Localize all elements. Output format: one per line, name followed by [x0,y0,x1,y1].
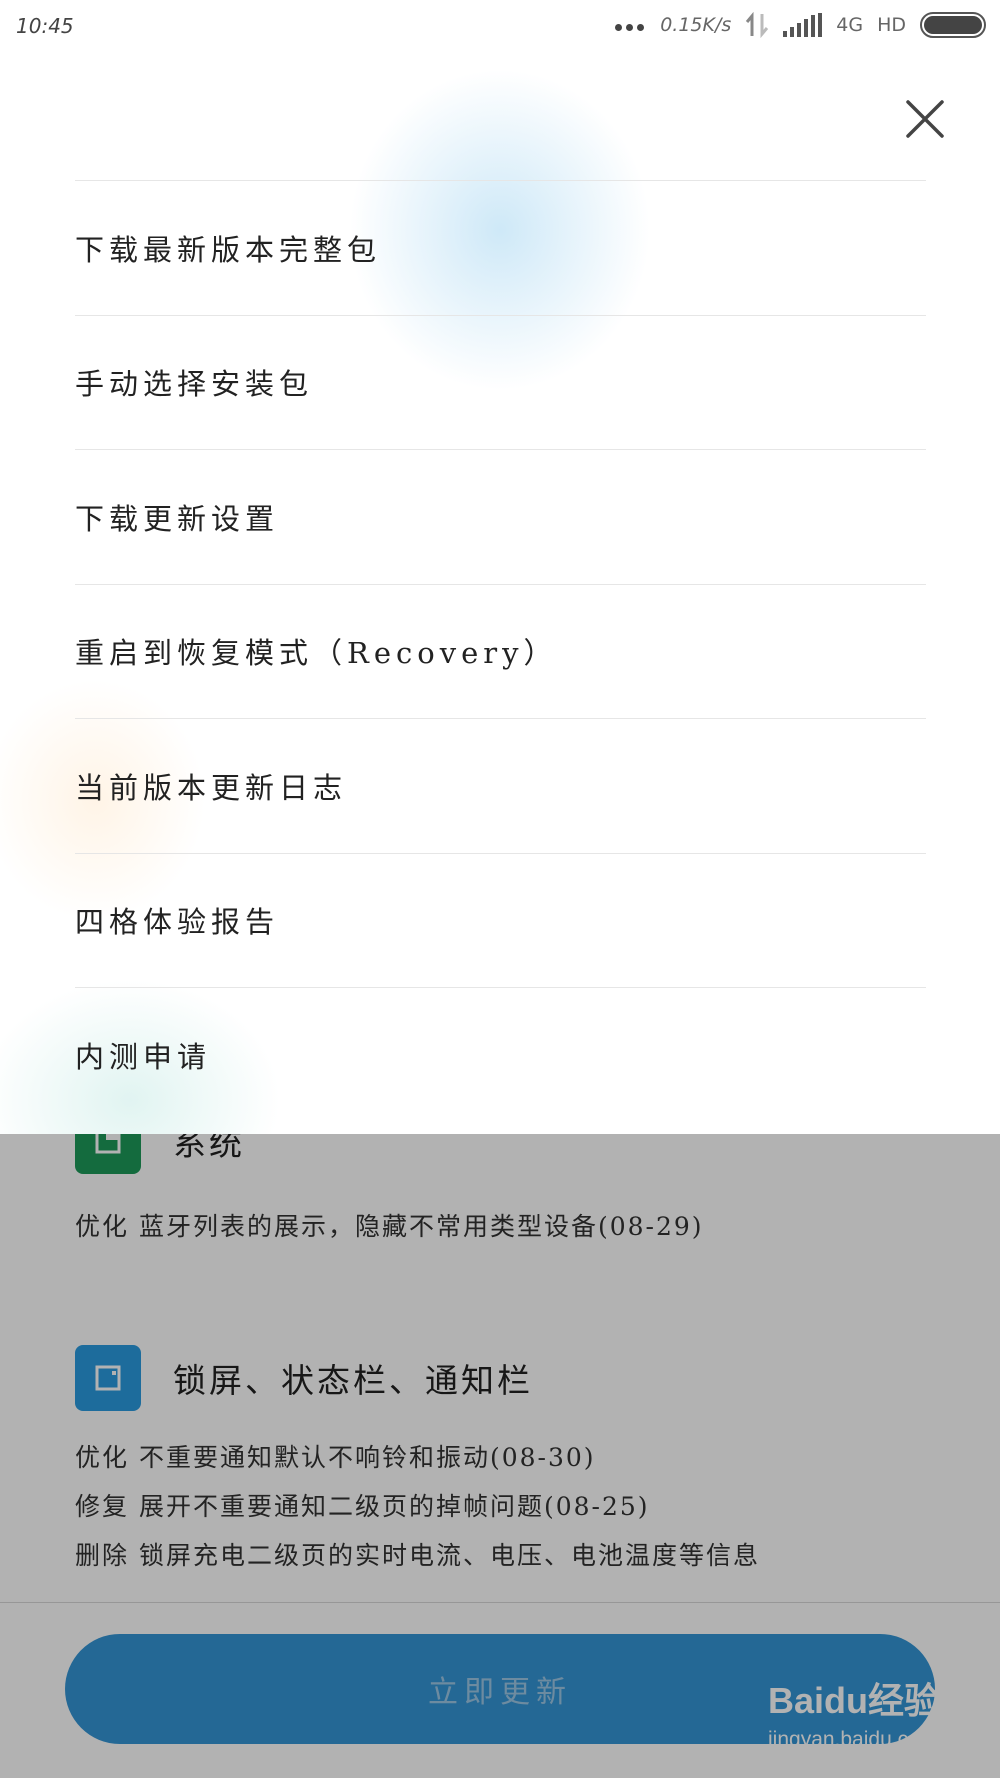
menu-item-beta-apply[interactable]: 内测申请 [75,988,926,1123]
options-sheet: 10:45 0.15K/s 4G HD 下载最新版本完整包 手动选择安装包 下载… [0,0,1000,1134]
menu-item-changelog[interactable]: 当前版本更新日志 [75,719,926,854]
net-speed: 0.15K/s [660,14,732,36]
menu-item-experience-report[interactable]: 四格体验报告 [75,854,926,988]
menu-item-label: 下载最新版本完整包 [75,232,382,267]
menu-item-label: 当前版本更新日志 [75,770,348,805]
status-time: 10:45 [16,14,74,38]
battery-icon [920,12,986,38]
menu-item-label: 下载更新设置 [75,501,280,536]
menu-item-label: 四格体验报告 [75,905,280,940]
menu-item-label: 内测申请 [75,1040,212,1075]
menu-item-reboot-recovery[interactable]: 重启到恢复模式（Recovery） [75,585,926,719]
hd-indicator: HD [877,14,906,36]
close-icon [906,100,944,138]
network-type: 4G [836,14,864,36]
options-menu: 下载最新版本完整包 手动选择安装包 下载更新设置 重启到恢复模式（Recover… [75,180,926,1123]
menu-item-choose-package[interactable]: 手动选择安装包 [75,316,926,450]
menu-item-download-settings[interactable]: 下载更新设置 [75,450,926,585]
close-button[interactable] [902,96,948,142]
data-transfer-icon [746,12,769,38]
menu-item-download-full-package[interactable]: 下载最新版本完整包 [75,181,926,316]
status-indicators: 0.15K/s 4G HD [613,12,986,38]
more-dots-icon [613,14,646,36]
signal-strength-icon [783,13,823,37]
menu-item-label: 重启到恢复模式（Recovery） [75,636,558,671]
status-bar: 10:45 0.15K/s 4G HD [0,0,1000,56]
menu-item-label: 手动选择安装包 [75,367,314,402]
